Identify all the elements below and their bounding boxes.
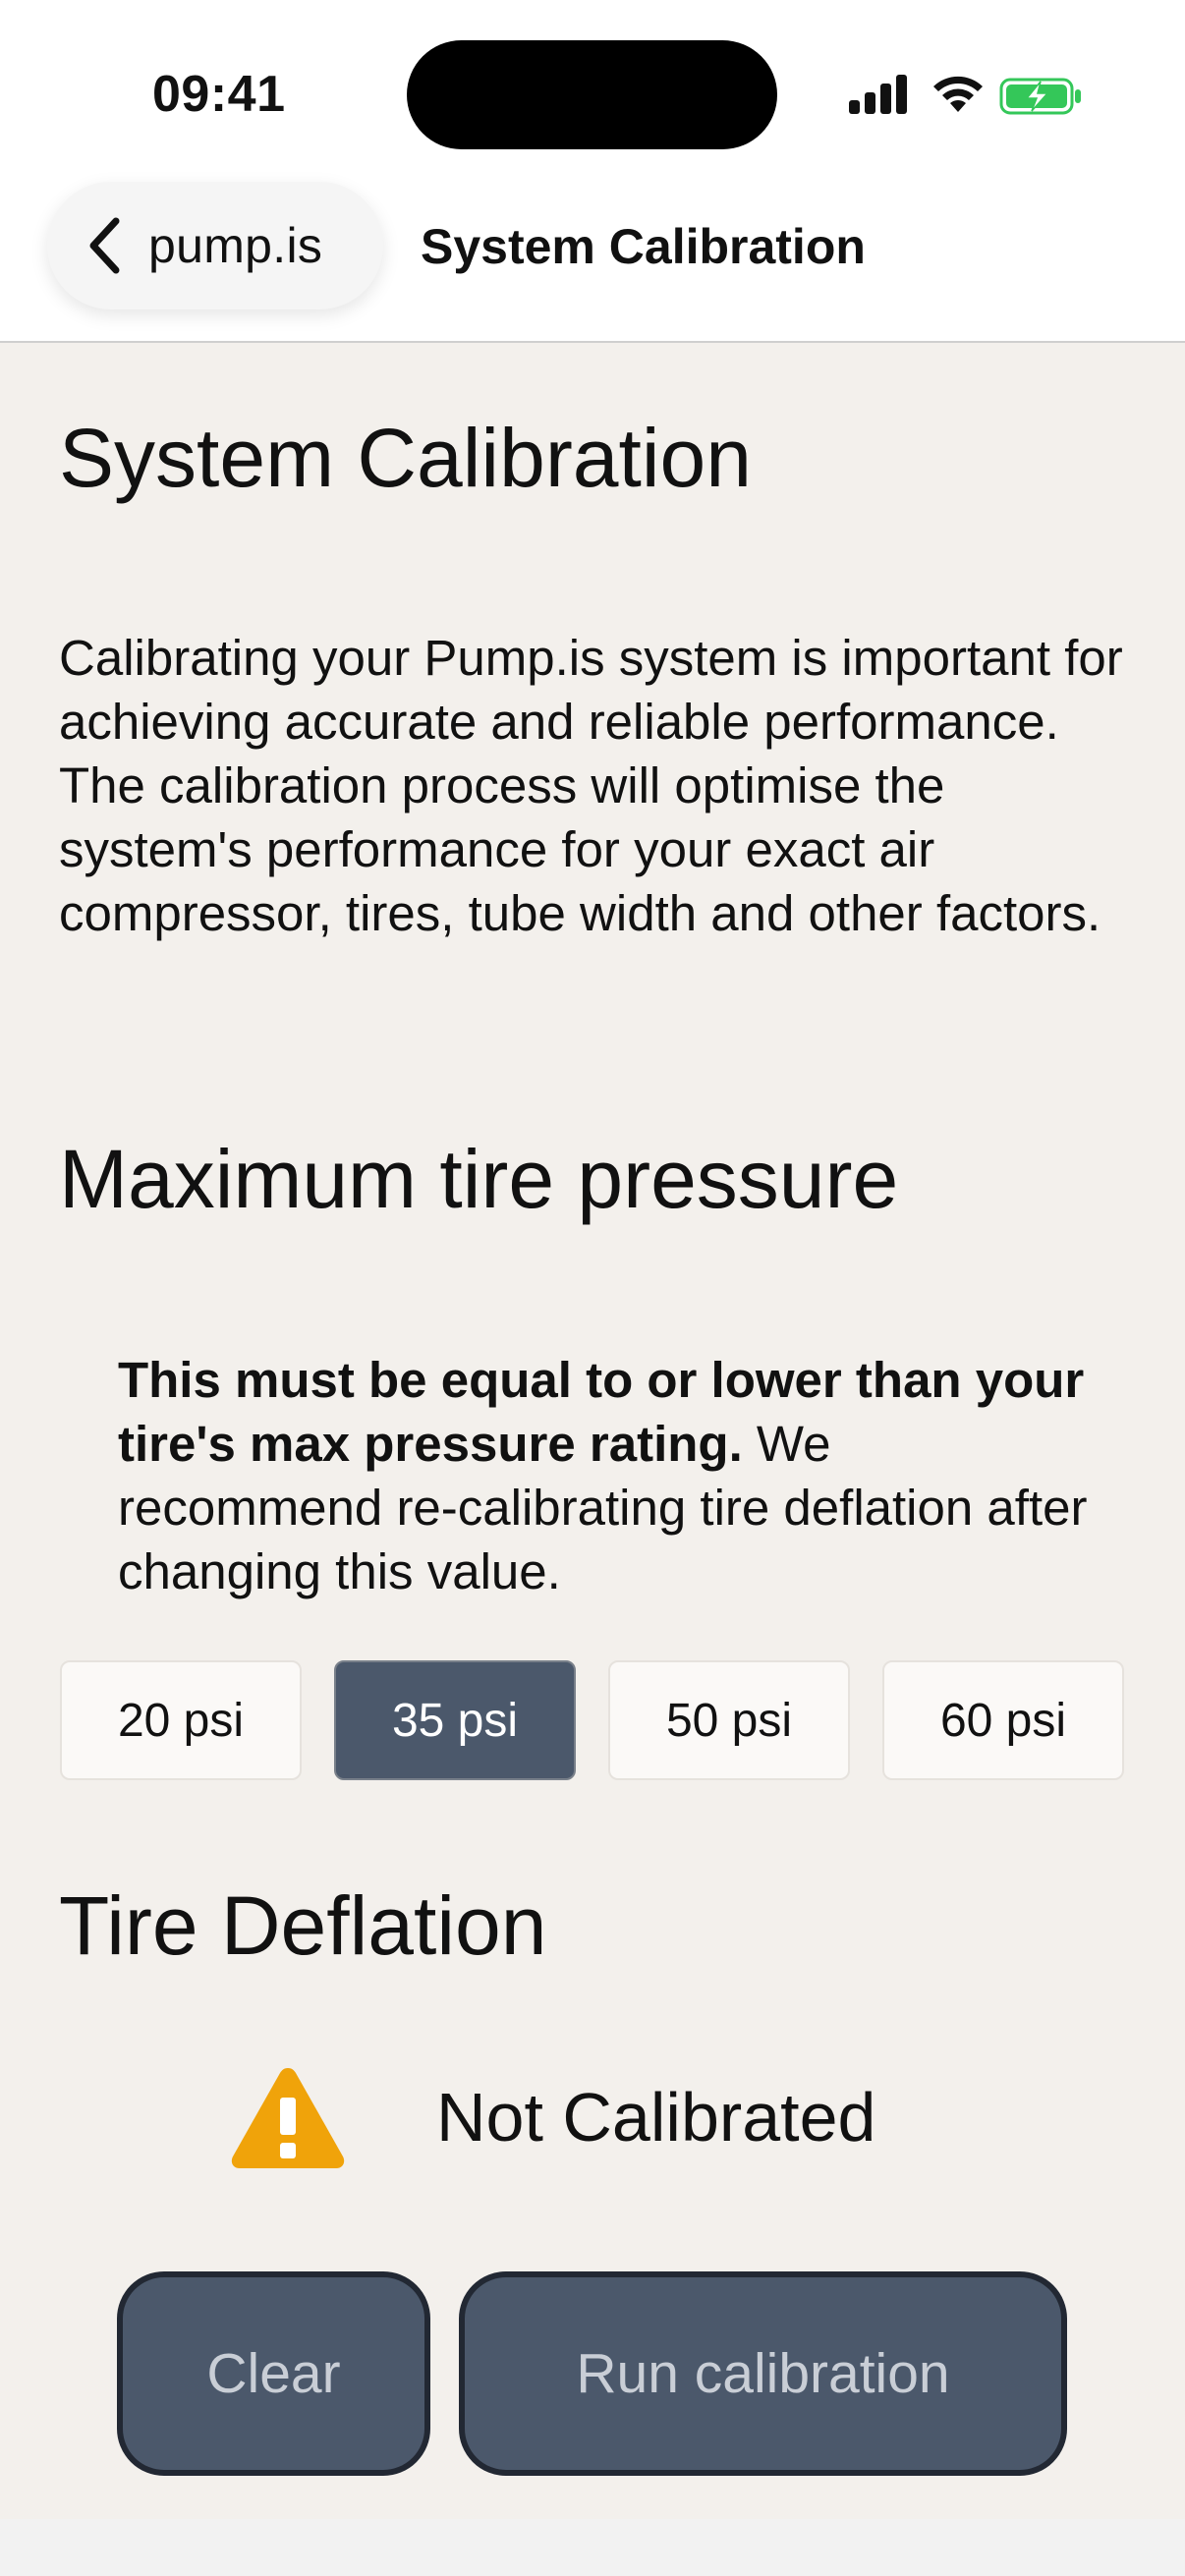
dynamic-island — [407, 40, 777, 149]
max-pressure-warning: This must be equal to or lower than your… — [118, 1352, 1085, 1472]
bottom-safe-area — [0, 2519, 1185, 2576]
chevron-left-icon — [89, 217, 120, 274]
warning-icon — [231, 2068, 345, 2168]
status-bar: 09:41 — [0, 0, 1185, 182]
max-pressure-note: This must be equal to or lower than your… — [118, 1348, 1100, 1603]
tire-deflation-heading: Tire Deflation — [59, 1879, 547, 1972]
intro-text: Calibrating your Pump.is system is impor… — [59, 630, 1123, 941]
status-time: 09:41 — [152, 66, 286, 123]
clear-button[interactable]: Clear — [117, 2271, 430, 2476]
navigation-bar: pump.is System Calibration — [0, 182, 1185, 343]
wifi-icon — [933, 76, 983, 112]
psi-option-35[interactable]: 35 psi — [334, 1660, 576, 1780]
calibration-status: Not Calibrated — [0, 2058, 1185, 2186]
page-title: System Calibration — [59, 412, 752, 504]
back-button-label: pump.is — [148, 218, 323, 273]
calibration-status-text: Not Calibrated — [436, 2079, 876, 2156]
psi-option-60[interactable]: 60 psi — [882, 1660, 1124, 1780]
run-calibration-button[interactable]: Run calibration — [459, 2271, 1067, 2476]
psi-option-20[interactable]: 20 psi — [60, 1660, 302, 1780]
psi-option-50[interactable]: 50 psi — [608, 1660, 850, 1780]
app-screen: 09:41 pump.is System Calibration System … — [0, 0, 1185, 2576]
back-button[interactable]: pump.is — [47, 182, 383, 309]
nav-title: System Calibration — [421, 219, 866, 274]
cellular-signal-icon — [849, 75, 907, 114]
battery-charging-icon — [999, 78, 1081, 115]
max-pressure-heading: Maximum tire pressure — [59, 1133, 899, 1225]
